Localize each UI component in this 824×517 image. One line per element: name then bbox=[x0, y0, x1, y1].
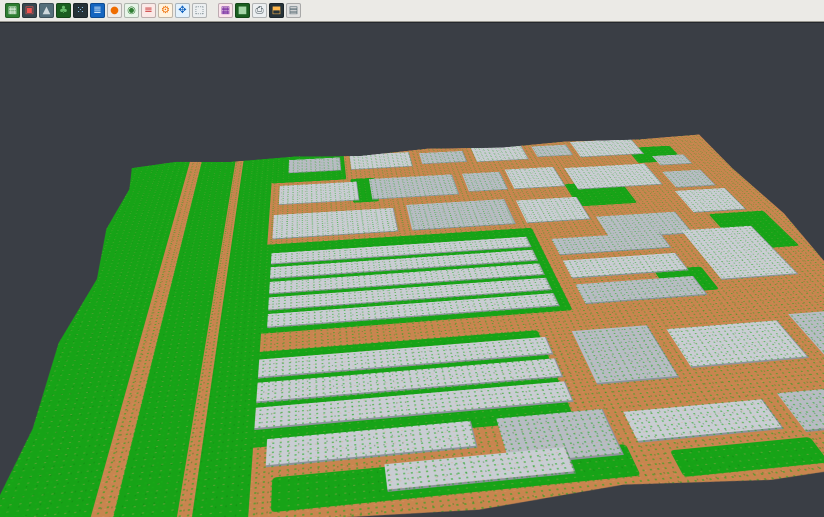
select-region-icon[interactable]: ⬚ bbox=[192, 3, 207, 18]
building-footprint bbox=[531, 145, 573, 157]
vegetation-icon[interactable]: ♣ bbox=[56, 3, 71, 18]
layers-icon[interactable]: ≣ bbox=[90, 3, 105, 18]
import-tile-icon[interactable]: ▣ bbox=[22, 3, 37, 18]
building-footprint bbox=[572, 325, 680, 384]
building-footprint bbox=[505, 167, 566, 189]
building-footprint bbox=[666, 320, 809, 368]
building-footprint bbox=[279, 182, 360, 205]
building-footprint bbox=[575, 276, 707, 304]
pointcloud-icon[interactable]: ⁙ bbox=[73, 3, 88, 18]
class-orange-icon[interactable]: ● bbox=[107, 3, 122, 18]
building-footprint bbox=[349, 152, 413, 170]
3d-viewport[interactable] bbox=[0, 23, 824, 517]
export-icon[interactable]: ⬒ bbox=[269, 3, 284, 18]
print-icon[interactable]: ⎙ bbox=[252, 3, 267, 18]
open-map-icon[interactable]: ▦ bbox=[5, 3, 20, 18]
terrain-map bbox=[0, 134, 824, 517]
terrain-icon[interactable]: ▲ bbox=[39, 3, 54, 18]
building-footprint bbox=[675, 188, 747, 213]
toolbar-separator bbox=[209, 3, 216, 18]
building-footprint bbox=[652, 154, 693, 165]
building-footprint bbox=[406, 199, 516, 231]
vegetation-patch bbox=[670, 437, 824, 477]
render-icon[interactable]: ■ bbox=[235, 3, 250, 18]
building-footprint bbox=[564, 164, 663, 190]
building-footprint bbox=[272, 208, 398, 240]
building-footprint bbox=[419, 151, 467, 164]
building-footprint bbox=[471, 145, 529, 162]
building-footprint bbox=[369, 174, 459, 199]
building-footprint bbox=[462, 172, 508, 192]
class-red-icon[interactable]: ≡ bbox=[141, 3, 156, 18]
class-green-icon[interactable]: ◉ bbox=[124, 3, 139, 18]
building-footprint bbox=[551, 232, 671, 256]
building-footprint bbox=[516, 197, 591, 223]
settings-icon[interactable]: ⚙ bbox=[158, 3, 173, 18]
pan-icon[interactable]: ✥ bbox=[175, 3, 190, 18]
info-icon[interactable]: ▤ bbox=[286, 3, 301, 18]
toolbar: ▦▣▲♣⁙≣●◉≡⚙✥⬚▦■⎙⬒▤ bbox=[0, 0, 824, 22]
building-footprint bbox=[777, 385, 824, 432]
building-footprint bbox=[662, 170, 716, 188]
grid-icon[interactable]: ▦ bbox=[218, 3, 233, 18]
building-footprint bbox=[623, 399, 784, 443]
